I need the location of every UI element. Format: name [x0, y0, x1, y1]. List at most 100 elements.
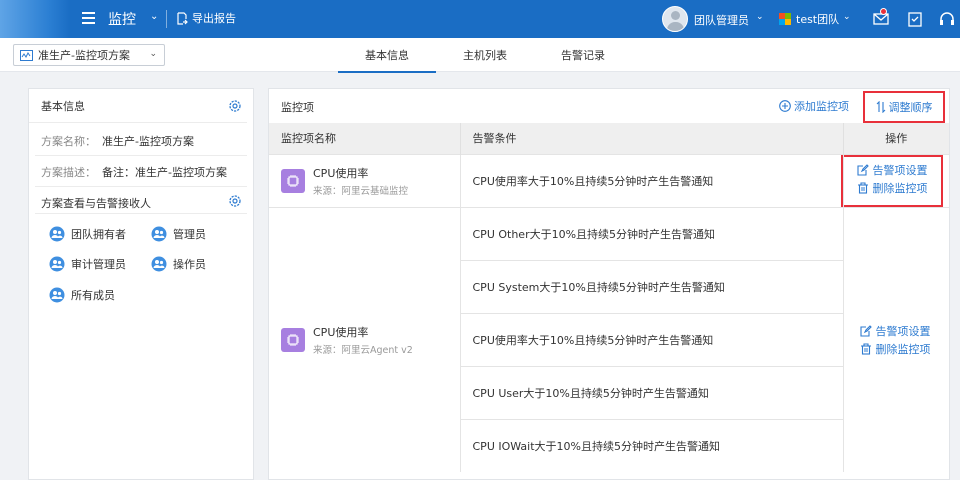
chevron-down-icon: ⌄: [149, 49, 157, 59]
user-name[interactable]: 团队管理员: [694, 12, 749, 28]
plan-select-value: 准生产-监控项方案: [38, 49, 130, 62]
recipients-title: 方案查看与告警接收人: [41, 197, 151, 210]
chevron-down-icon[interactable]: ⌄: [843, 12, 851, 22]
item-source: 来源：阿里云基础监控: [313, 185, 409, 197]
export-report-button[interactable]: 导出报告: [176, 10, 236, 26]
alert-condition: CPU User大于10%且持续5分钟时产生告警通知: [460, 365, 844, 419]
tab-basic-info[interactable]: 基本信息: [338, 38, 436, 73]
divider: [166, 10, 167, 28]
gear-icon[interactable]: [228, 194, 242, 208]
edit-icon: [856, 163, 869, 176]
alert-settings-label: 告警项设置: [872, 163, 928, 177]
add-monitor-item-button[interactable]: 添加监控项: [779, 98, 849, 114]
item-name: CPU使用率: [313, 325, 369, 339]
monitor-items-table: 监控项名称 告警条件 操作 CPU使用率 来源：阿里云基础监控 CPU使用率大于…: [269, 123, 949, 472]
top-bar: 监控 ⌄ 导出报告 团队管理员 ⌄ test团队 ⌄: [0, 0, 960, 38]
divider: [35, 213, 247, 214]
avatar-icon[interactable]: [662, 6, 688, 32]
recipient-item: 操作员: [151, 256, 206, 272]
tab-alert-records[interactable]: 告警记录: [534, 38, 632, 72]
column-header: 监控项名称: [269, 123, 461, 154]
brand-area: [0, 0, 70, 38]
delete-monitor-item-label: 删除监控项: [875, 342, 931, 356]
plan-desc-row: 方案描述： 备注：准生产-监控项方案: [41, 164, 227, 180]
ops-cell: 告警项设置 删除监控项: [843, 206, 950, 472]
export-report-label: 导出报告: [192, 12, 236, 25]
alert-settings-link[interactable]: 告警项设置: [859, 322, 950, 340]
recipient-label: 操作员: [173, 258, 206, 271]
panel-title: 监控项: [281, 101, 314, 114]
alert-condition: CPU使用率大于10%且持续5分钟时产生告警通知: [460, 153, 844, 207]
user-group-icon: [49, 226, 65, 242]
plan-name-value: 准生产-监控项方案: [102, 135, 194, 148]
edit-icon: [859, 324, 872, 337]
menu-icon[interactable]: [82, 12, 95, 24]
basic-info-panel: 基本信息 方案名称： 准生产-监控项方案 方案描述： 备注：准生产-监控项方案 方案…: [28, 88, 254, 480]
app-title[interactable]: 监控: [108, 9, 136, 29]
export-icon: [177, 11, 188, 25]
alert-settings-label: 告警项设置: [875, 324, 931, 338]
recipient-label: 审计管理员: [71, 258, 126, 271]
recipient-label: 所有成员: [71, 289, 115, 302]
column-header: 告警条件: [460, 123, 844, 154]
delete-monitor-item-link[interactable]: 删除监控项: [860, 340, 950, 358]
sub-bar: 准生产-监控项方案 ⌄ 基本信息 主机列表 告警记录: [0, 38, 960, 73]
team-logo-icon: [779, 13, 791, 25]
trash-icon: [860, 343, 871, 355]
user-group-icon: [151, 226, 167, 242]
delete-monitor-item-link[interactable]: 删除监控项: [857, 179, 941, 197]
user-group-icon: [151, 256, 167, 272]
gear-icon[interactable]: [228, 99, 242, 113]
item-name: CPU使用率: [313, 166, 369, 180]
table-row: CPU使用率 来源：阿里云基础监控 CPU使用率大于10%且持续5分钟时产生告警…: [269, 153, 949, 207]
adjust-order-button[interactable]: 调整顺序: [863, 91, 945, 123]
table-row: CPU使用率 来源：阿里云Agent v2 CPU Other大于10%且持续5…: [269, 206, 949, 472]
plan-name-row: 方案名称： 准生产-监控项方案: [41, 133, 194, 149]
recipient-item: 团队拥有者: [49, 226, 126, 242]
sort-icon: [876, 101, 885, 113]
chevron-down-icon[interactable]: ⌄: [150, 11, 158, 22]
panel-header: 基本信息: [29, 89, 247, 123]
recipient-item: 所有成员: [49, 287, 115, 303]
recipient-item: 审计管理员: [49, 256, 126, 272]
monitor-items-panel: 监控项 添加监控项 调整顺序 监控项名称 告警条件 操作 CPU使用率 来源：阿…: [268, 88, 950, 480]
user-group-icon: [49, 256, 65, 272]
alert-condition: CPU Other大于10%且持续5分钟时产生告警通知: [460, 206, 844, 260]
tab-bar: 基本信息 主机列表 告警记录: [338, 38, 632, 73]
add-monitor-item-label: 添加监控项: [794, 100, 849, 113]
item-name-cell: CPU使用率 来源：阿里云基础监控: [269, 153, 461, 207]
alert-settings-link[interactable]: 告警项设置: [856, 161, 941, 179]
adjust-order-label: 调整顺序: [888, 101, 933, 114]
chart-icon: [20, 49, 33, 61]
table-header-row: 监控项名称 告警条件 操作: [269, 123, 949, 154]
ops-cell: 告警项设置 删除监控项: [840, 153, 949, 207]
recipient-label: 管理员: [173, 228, 206, 241]
item-name-cell: CPU使用率 来源：阿里云Agent v2: [269, 206, 461, 472]
recipient-item: 管理员: [151, 226, 206, 242]
ops-highlight-box: 告警项设置 删除监控项: [840, 154, 943, 207]
panel-title: 基本信息: [41, 99, 85, 113]
plus-circle-icon: [779, 100, 791, 112]
notification-badge: [880, 8, 887, 15]
cpu-icon: [281, 168, 305, 193]
divider: [35, 155, 247, 156]
checklist-icon[interactable]: [906, 10, 924, 28]
plan-name-label: 方案名称：: [41, 135, 96, 148]
alert-condition: CPU System大于10%且持续5分钟时产生告警通知: [460, 259, 844, 313]
cpu-icon: [281, 327, 305, 352]
alert-condition: CPU IOWait大于10%且持续5分钟时产生告警通知: [460, 418, 844, 472]
alert-condition: CPU使用率大于10%且持续5分钟时产生告警通知: [460, 312, 844, 366]
column-header: 操作: [843, 123, 949, 154]
trash-icon: [857, 181, 868, 194]
delete-monitor-item-label: 删除监控项: [872, 181, 928, 195]
plan-desc-label: 方案描述：: [41, 166, 96, 179]
tab-host-list[interactable]: 主机列表: [436, 38, 534, 72]
plan-desc-value: 备注：准生产-监控项方案: [102, 166, 227, 179]
headset-icon[interactable]: [938, 10, 956, 28]
chevron-down-icon[interactable]: ⌄: [756, 12, 764, 22]
divider: [35, 186, 247, 187]
user-group-icon: [49, 287, 65, 303]
team-name[interactable]: test团队: [796, 11, 839, 27]
item-source: 来源：阿里云Agent v2: [313, 344, 413, 356]
plan-select[interactable]: 准生产-监控项方案 ⌄: [13, 44, 165, 66]
